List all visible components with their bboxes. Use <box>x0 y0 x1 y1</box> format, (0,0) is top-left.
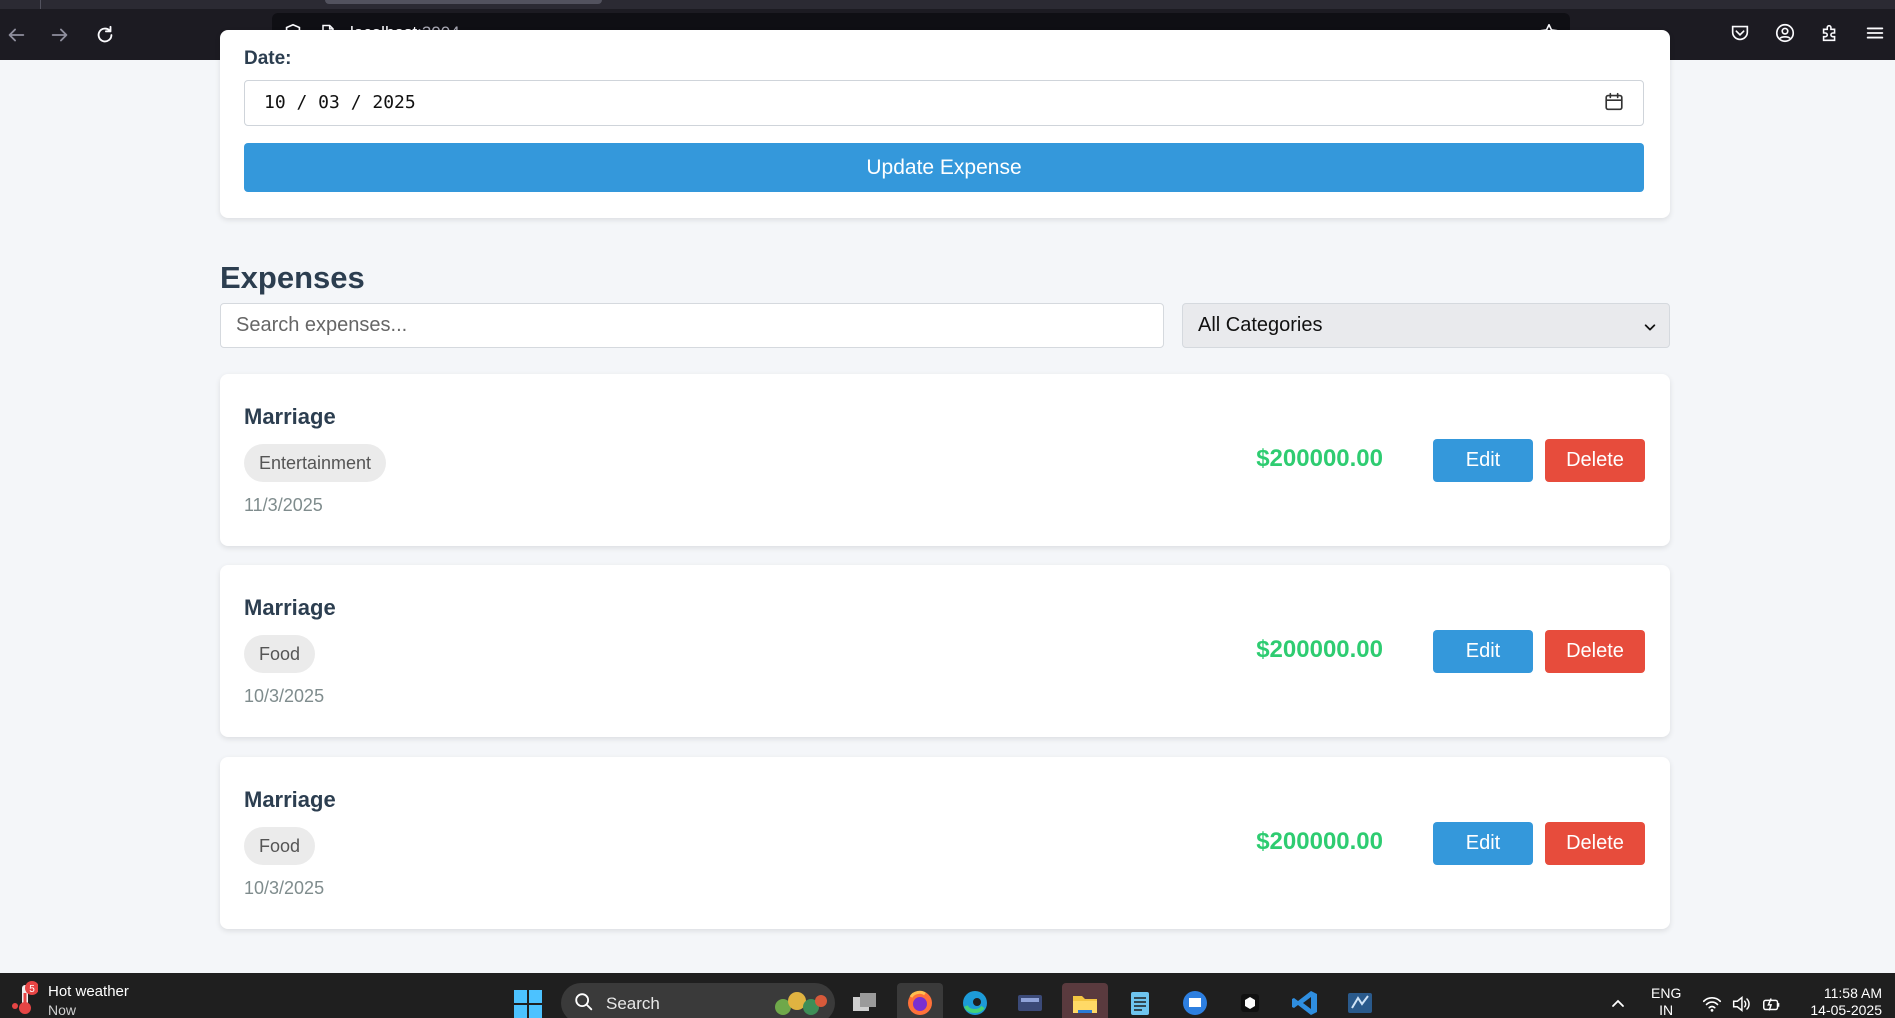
extensions-button[interactable] <box>1817 20 1843 46</box>
system-clock[interactable]: 11:58 AM 14-05-2025 <box>1800 985 1882 1018</box>
expense-title: Marriage <box>244 787 336 812</box>
taskbar-task-view[interactable] <box>842 983 888 1018</box>
wifi-icon[interactable] <box>1701 993 1723 1015</box>
language-line2: IN <box>1659 1002 1674 1018</box>
category-filter-select[interactable]: All Categories <box>1182 303 1670 348</box>
expense-form-card: Date: 10 / 03 / 2025 Update Expense <box>220 30 1670 218</box>
delete-button[interactable]: Delete <box>1545 630 1645 673</box>
date-input-value[interactable]: 10 / 03 / 2025 <box>264 92 416 113</box>
arrow-left-icon <box>8 28 25 42</box>
taskbar-search-label: Search <box>606 994 660 1013</box>
taskbar-search[interactable]: Search <box>561 983 835 1018</box>
date-label: Date: <box>244 48 292 69</box>
search-highlight-art-icon <box>775 992 827 1015</box>
expense-date: 11/3/2025 <box>244 495 323 515</box>
battery-charging-icon[interactable] <box>1761 993 1783 1015</box>
delete-button[interactable]: Delete <box>1545 822 1645 865</box>
vscode-icon <box>1292 991 1317 1015</box>
back-button[interactable] <box>1 20 31 50</box>
thermometer-icon: 5 <box>12 981 38 1014</box>
reload-button[interactable] <box>90 20 120 50</box>
taskbar-edge[interactable] <box>952 983 998 1018</box>
update-expense-button[interactable]: Update Expense <box>244 143 1644 192</box>
windows-start-icon[interactable] <box>513 989 543 1018</box>
weather-title: Hot weather <box>48 983 129 1000</box>
account-button[interactable] <box>1772 20 1798 46</box>
volume-icon[interactable] <box>1730 993 1752 1015</box>
edit-button[interactable]: Edit <box>1433 439 1533 482</box>
taskbar-notepad[interactable] <box>1117 983 1163 1018</box>
firefox-icon <box>908 990 932 1015</box>
expense-item: Marriage Food 10/3/2025 $200000.00 Edit … <box>220 757 1670 929</box>
expense-date: 10/3/2025 <box>244 878 325 898</box>
expense-amount: $200000.00 <box>1256 828 1383 855</box>
account-icon <box>1775 23 1795 43</box>
clock-time: 11:58 AM <box>1823 985 1882 1001</box>
reload-icon <box>97 25 113 43</box>
expense-title: Marriage <box>244 595 336 620</box>
tab-strip <box>0 0 1895 9</box>
edit-button[interactable]: Edit <box>1433 822 1533 865</box>
category-select-value: All Categories <box>1198 314 1323 336</box>
taskbar-mysql-workbench[interactable] <box>1337 983 1383 1018</box>
arrow-right-icon <box>51 28 68 42</box>
pocket-icon <box>1731 25 1749 41</box>
delete-button[interactable]: Delete <box>1545 439 1645 482</box>
windows-taskbar: 5 Hot weather Now Search ENG IN 11:58 AM… <box>0 973 1895 1018</box>
language-line1: ENG <box>1651 985 1682 1001</box>
forward-button[interactable] <box>45 20 75 50</box>
calendar-icon[interactable] <box>1603 91 1625 113</box>
expense-category-tag: Food <box>244 827 316 865</box>
package-icon <box>1241 994 1259 1012</box>
folder-icon <box>1073 996 1097 1013</box>
clock-date: 14-05-2025 <box>1810 1002 1882 1018</box>
search-expenses-input[interactable]: Search expenses... <box>220 303 1164 348</box>
database-app-icon <box>1018 995 1042 1011</box>
language-indicator[interactable]: ENG IN <box>1651 985 1681 1018</box>
expense-category-tag: Food <box>244 635 316 673</box>
date-input[interactable]: 10 / 03 / 2025 <box>244 80 1644 126</box>
taskbar-file-explorer[interactable] <box>1062 983 1108 1018</box>
expense-item: Marriage Entertainment 11/3/2025 $200000… <box>220 374 1670 546</box>
edge-icon <box>963 991 987 1015</box>
task-view-icon <box>853 993 876 1011</box>
taskbar-database-app[interactable] <box>1007 983 1053 1018</box>
taskbar-firefox[interactable] <box>897 983 943 1018</box>
notepad-icon <box>1131 992 1149 1015</box>
active-tab[interactable] <box>325 0 602 4</box>
expense-title: Marriage <box>244 404 336 429</box>
hamburger-menu-icon <box>1866 27 1884 39</box>
taskbar-package-app[interactable] <box>1227 983 1273 1018</box>
tab-divider <box>40 0 41 9</box>
search-icon <box>575 993 593 1011</box>
expenses-heading: Expenses <box>220 260 365 295</box>
taskbar-vscode[interactable] <box>1282 983 1328 1018</box>
expense-amount: $200000.00 <box>1256 445 1383 472</box>
tray-chevron-up-icon[interactable] <box>1610 995 1626 1011</box>
expense-date: 10/3/2025 <box>244 686 325 706</box>
mysql-workbench-icon <box>1348 993 1372 1013</box>
chevron-down-icon <box>1644 324 1656 331</box>
expense-amount: $200000.00 <box>1256 636 1383 663</box>
remote-desktop-icon <box>1183 991 1207 1015</box>
weather-subtitle: Now <box>48 1002 77 1018</box>
menu-button[interactable] <box>1862 20 1888 46</box>
expense-category-tag: Entertainment <box>244 444 387 482</box>
pocket-button[interactable] <box>1727 20 1753 46</box>
expense-item: Marriage Food 10/3/2025 $200000.00 Edit … <box>220 565 1670 737</box>
weather-badge: 5 <box>29 984 35 995</box>
puzzle-icon <box>1822 24 1836 42</box>
edit-button[interactable]: Edit <box>1433 630 1533 673</box>
taskbar-remote-app[interactable] <box>1172 983 1218 1018</box>
